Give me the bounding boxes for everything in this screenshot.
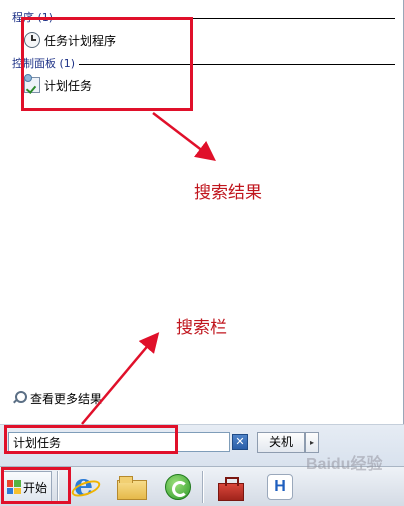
shutdown-button[interactable]: 关机 [257,432,305,453]
clear-search-button[interactable]: ✕ [232,434,248,450]
baidu-watermark: Baidu经验 [306,447,396,477]
searchbar-highlight-box [4,425,178,454]
folder-icon [117,476,147,500]
taskbar-app-refresh[interactable] [160,470,196,504]
annotation-results-label: 搜索结果 [194,183,262,203]
taskbar-app-internet-explorer[interactable] [66,468,102,504]
annotation-searchbar-label: 搜索栏 [176,318,227,338]
taskbar-app-h[interactable]: H [262,470,298,504]
see-more-results-link[interactable]: 查看更多结果 [12,389,102,407]
taskbar-app-explorer[interactable] [113,470,149,504]
chevron-right-icon: ▸ [309,438,314,447]
see-more-results-label: 查看更多结果 [30,391,103,406]
refresh-icon [165,474,191,500]
start-button-highlight-box [1,467,71,504]
taskbar-app-server-manager[interactable] [212,470,248,504]
search-icon [12,391,27,405]
results-highlight-box [21,17,193,111]
internet-explorer-icon [71,468,97,503]
close-icon: ✕ [235,435,245,448]
watermark-text: Baidu经验 [306,456,383,473]
taskbar-separator [202,471,204,503]
h-app-icon: H [267,474,293,500]
server-manager-icon [216,475,244,501]
